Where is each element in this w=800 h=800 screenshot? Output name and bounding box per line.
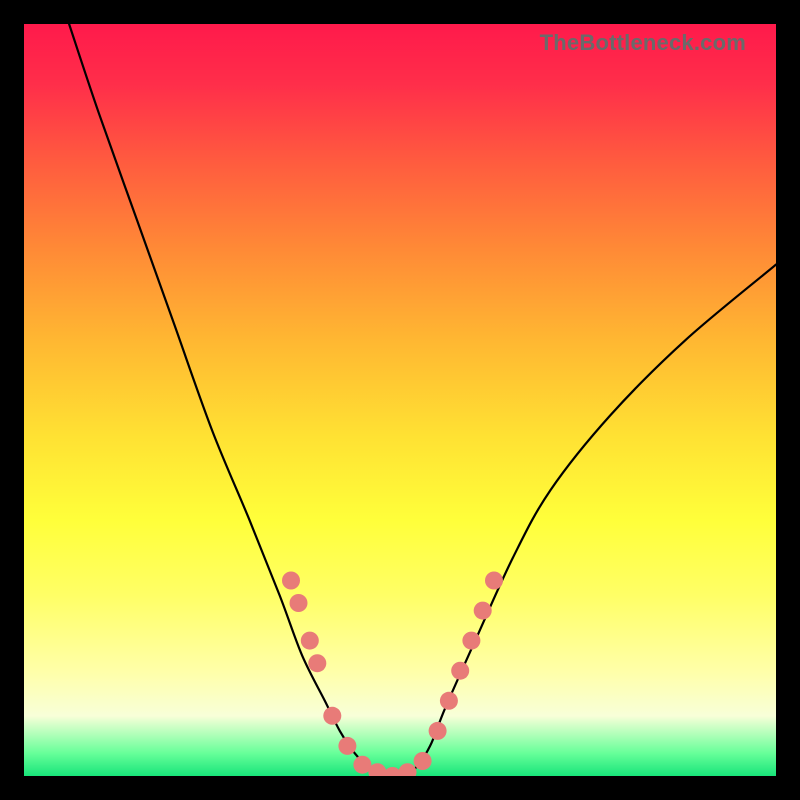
bottleneck-curve — [69, 24, 776, 776]
curve-markers — [282, 572, 503, 777]
plot-area: TheBottleneck.com — [24, 24, 776, 776]
marker-dot — [308, 654, 326, 672]
marker-dot — [414, 752, 432, 770]
marker-dot — [399, 763, 417, 776]
marker-dot — [323, 707, 341, 725]
marker-dot — [474, 602, 492, 620]
marker-dot — [282, 572, 300, 590]
marker-dot — [462, 632, 480, 650]
marker-dot — [485, 572, 503, 590]
marker-dot — [451, 662, 469, 680]
marker-dot — [338, 737, 356, 755]
chart-frame: TheBottleneck.com — [0, 0, 800, 800]
marker-dot — [301, 632, 319, 650]
marker-dot — [440, 692, 458, 710]
marker-dot — [429, 722, 447, 740]
marker-dot — [290, 594, 308, 612]
chart-svg — [24, 24, 776, 776]
